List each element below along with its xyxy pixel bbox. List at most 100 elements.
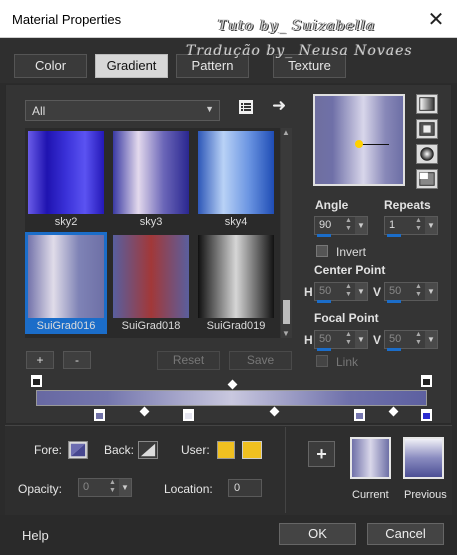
value-slider[interactable] xyxy=(317,234,331,237)
center-point-label: Center Point xyxy=(314,263,386,277)
close-icon[interactable]: ✕ xyxy=(423,6,449,32)
spin-updown-icon[interactable]: ▲ ▼ xyxy=(345,283,355,300)
spin-updown-icon[interactable]: ▲ ▼ xyxy=(415,331,425,348)
gradient-item-label: sky2 xyxy=(54,216,78,228)
gradient-preview[interactable] xyxy=(313,94,405,186)
save-button[interactable]: Save xyxy=(229,351,292,370)
library-scrollbar[interactable]: ▲ ▼ xyxy=(281,128,292,338)
current-label: Current xyxy=(352,489,389,501)
angle-handle-line[interactable] xyxy=(359,144,389,145)
repeats-value: 1 xyxy=(389,219,396,231)
chevron-down-icon[interactable]: ▼ xyxy=(425,331,437,348)
gradient-item[interactable]: SuiGrad019 xyxy=(195,232,277,334)
value-slider[interactable] xyxy=(317,348,331,351)
chevron-down-icon: ▼ xyxy=(205,104,214,114)
reset-button[interactable]: Reset xyxy=(157,351,220,370)
opacity-value: 0 xyxy=(83,481,90,493)
user-color-radio[interactable] xyxy=(217,441,235,459)
scroll-thumb[interactable] xyxy=(283,300,290,324)
cancel-button[interactable]: Cancel xyxy=(367,523,444,545)
color-stop[interactable] xyxy=(182,408,195,422)
opacity-stepper[interactable]: 0 ▲ ▼ ▼ xyxy=(78,478,132,497)
current-gradient-thumb[interactable] xyxy=(350,437,391,479)
gradient-swatch xyxy=(113,235,189,318)
gradient-swatch xyxy=(28,131,104,214)
color-stop[interactable] xyxy=(353,408,366,422)
gradient-item[interactable]: SuiGrad016 xyxy=(25,232,107,334)
color-stop[interactable] xyxy=(93,408,106,422)
list-icon[interactable] xyxy=(239,100,253,114)
color-stop[interactable] xyxy=(420,408,433,422)
gradient-item[interactable]: sky4 xyxy=(195,128,277,230)
gradient-item-label: sky4 xyxy=(224,216,248,228)
previous-gradient-thumb[interactable] xyxy=(403,437,444,479)
category-select[interactable]: All ▼ xyxy=(25,100,220,121)
scroll-up-icon[interactable]: ▲ xyxy=(282,128,290,137)
location-label: Location: xyxy=(164,482,213,496)
spin-updown-icon[interactable]: ▲ ▼ xyxy=(109,479,119,496)
center-h-value: 50 xyxy=(319,285,332,297)
chevron-down-icon[interactable]: ▼ xyxy=(355,217,367,234)
gradient-item[interactable]: sky2 xyxy=(25,128,107,230)
gradient-item[interactable]: sky3 xyxy=(110,128,192,230)
tab-gradient[interactable]: Gradient xyxy=(95,54,168,78)
chevron-down-icon[interactable]: ▼ xyxy=(425,283,437,300)
center-v-stepper[interactable]: 50 ▲ ▼ ▼ xyxy=(384,282,438,303)
gradient-item-label: SuiGrad019 xyxy=(206,320,266,332)
watermark-line2: Tradução by_ Neusa Novaes xyxy=(186,43,413,59)
radial-style-icon[interactable] xyxy=(416,169,438,189)
center-v-label: V xyxy=(373,285,382,299)
center-h-stepper[interactable]: 50 ▲ ▼ ▼ xyxy=(314,282,368,303)
focal-h-label: H xyxy=(304,333,313,347)
gradient-editor-bar[interactable] xyxy=(36,390,427,406)
ok-button[interactable]: OK xyxy=(279,523,356,545)
user-color-swatch[interactable] xyxy=(242,441,262,459)
add-gradient-button[interactable]: + xyxy=(26,351,54,369)
arrow-right-icon[interactable]: ➜ xyxy=(272,96,286,116)
transparency-stop[interactable] xyxy=(30,374,43,388)
repeats-stepper[interactable]: 1 ▲ ▼ ▼ xyxy=(384,216,438,237)
scroll-down-icon[interactable]: ▼ xyxy=(282,329,290,338)
gradient-swatch xyxy=(198,235,274,318)
angle-stepper[interactable]: 90 ▲ ▼ ▼ xyxy=(314,216,368,237)
spin-updown-icon[interactable]: ▲ ▼ xyxy=(415,283,425,300)
back-label: Back: xyxy=(104,443,135,457)
gradient-item[interactable]: SuiGrad018 xyxy=(110,232,192,334)
center-h-label: H xyxy=(304,285,313,299)
angle-label: Angle xyxy=(315,198,349,212)
rectangular-style-icon[interactable] xyxy=(416,119,438,139)
chevron-down-icon[interactable]: ▼ xyxy=(425,217,437,234)
link-checkbox[interactable] xyxy=(316,355,328,367)
spin-updown-icon[interactable]: ▲ ▼ xyxy=(345,217,355,234)
back-color-swatch[interactable] xyxy=(138,441,158,459)
location-input[interactable]: 0 xyxy=(228,479,262,497)
chevron-down-icon[interactable]: ▼ xyxy=(119,479,131,496)
remove-gradient-button[interactable]: - xyxy=(63,351,91,369)
transparency-stop[interactable] xyxy=(420,374,433,388)
help-link[interactable]: Help xyxy=(22,528,49,543)
focal-v-value: 50 xyxy=(389,333,402,345)
linear-style-icon[interactable] xyxy=(416,94,438,114)
tab-color[interactable]: Color xyxy=(14,54,87,78)
sunburst-style-icon[interactable] xyxy=(416,144,438,164)
focal-h-stepper[interactable]: 50 ▲ ▼ ▼ xyxy=(314,330,368,351)
chevron-down-icon[interactable]: ▼ xyxy=(355,283,367,300)
value-slider[interactable] xyxy=(387,300,401,303)
focal-v-stepper[interactable]: 50 ▲ ▼ ▼ xyxy=(384,330,438,351)
focal-point-label: Focal Point xyxy=(314,311,379,325)
value-slider[interactable] xyxy=(387,234,401,237)
chevron-down-icon[interactable]: ▼ xyxy=(355,331,367,348)
add-stop-button[interactable]: + xyxy=(308,441,335,467)
invert-checkbox[interactable] xyxy=(316,245,328,257)
watermark-line1: Tuto by_ Suizabella xyxy=(218,18,376,34)
center-handle[interactable] xyxy=(355,140,363,148)
angle-value: 90 xyxy=(319,219,332,231)
value-slider[interactable] xyxy=(387,348,401,351)
fore-label: Fore: xyxy=(34,443,63,457)
gradient-library: sky2 sky3 sky4 SuiGrad016 SuiGrad018 Sui… xyxy=(25,128,280,338)
value-slider[interactable] xyxy=(317,300,331,303)
fore-color-swatch[interactable] xyxy=(68,441,88,459)
spin-updown-icon[interactable]: ▲ ▼ xyxy=(345,331,355,348)
spin-updown-icon[interactable]: ▲ ▼ xyxy=(415,217,425,234)
category-value: All xyxy=(32,104,46,118)
